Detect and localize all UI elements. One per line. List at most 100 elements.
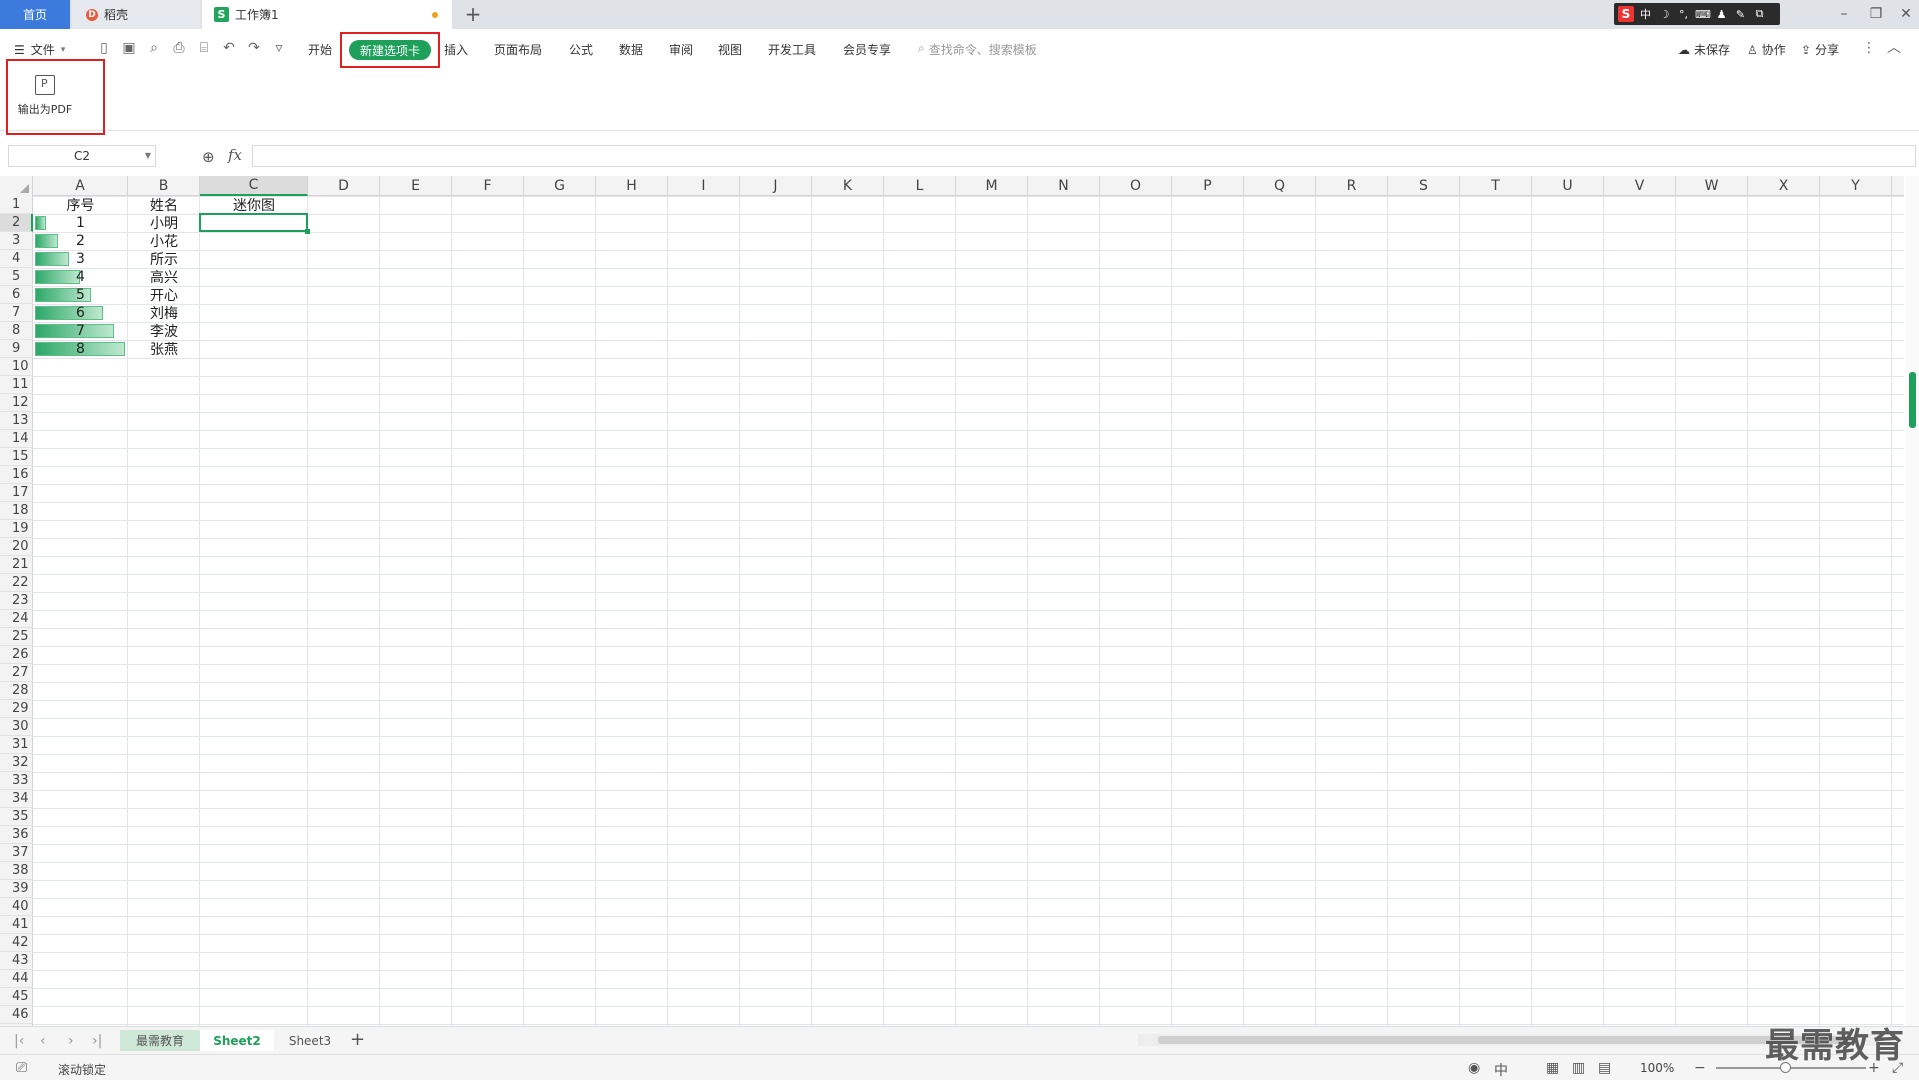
seq-cell[interactable]: 7 bbox=[33, 322, 128, 340]
sheet-tab-active[interactable]: Sheet2 bbox=[200, 1030, 274, 1051]
ime-item[interactable]: 中 bbox=[1638, 6, 1653, 22]
row-header-22[interactable]: 22 bbox=[0, 574, 33, 592]
name-box[interactable]: C2 ▼ bbox=[8, 145, 156, 167]
undo-icon[interactable]: ↶ bbox=[221, 40, 237, 56]
row-header-39[interactable]: 39 bbox=[0, 880, 33, 898]
row-header-16[interactable]: 16 bbox=[0, 466, 33, 484]
column-header-Y[interactable]: Y bbox=[1820, 176, 1892, 196]
name-cell[interactable]: 李波 bbox=[128, 322, 200, 340]
selected-cell[interactable] bbox=[199, 213, 308, 232]
row-header-17[interactable]: 17 bbox=[0, 484, 33, 502]
zoom-level[interactable]: 100% bbox=[1640, 1061, 1674, 1075]
row-header-35[interactable]: 35 bbox=[0, 808, 33, 826]
seq-cell[interactable]: 2 bbox=[33, 232, 128, 250]
row-header-23[interactable]: 23 bbox=[0, 592, 33, 610]
row-header-18[interactable]: 18 bbox=[0, 502, 33, 520]
header-cell[interactable]: 迷你图 bbox=[200, 196, 308, 214]
collapse-ribbon-icon[interactable]: ︿ bbox=[1886, 40, 1902, 56]
next-sheet-icon[interactable]: › bbox=[68, 1033, 74, 1049]
row-header-33[interactable]: 33 bbox=[0, 772, 33, 790]
column-header-D[interactable]: D bbox=[308, 176, 380, 196]
formula-input[interactable] bbox=[252, 145, 1916, 167]
column-header-J[interactable]: J bbox=[740, 176, 812, 196]
row-header-28[interactable]: 28 bbox=[0, 682, 33, 700]
column-header-N[interactable]: N bbox=[1028, 176, 1100, 196]
name-cell[interactable]: 所示 bbox=[128, 250, 200, 268]
row-header-19[interactable]: 19 bbox=[0, 520, 33, 538]
more-icon[interactable]: ⋮ bbox=[1861, 40, 1877, 56]
print-icon[interactable]: ⎙ bbox=[171, 40, 187, 56]
row-header-40[interactable]: 40 bbox=[0, 898, 33, 916]
select-all-corner[interactable] bbox=[0, 176, 33, 196]
row-header-41[interactable]: 41 bbox=[0, 916, 33, 934]
row-header-1[interactable]: 1 bbox=[0, 196, 33, 214]
ime-item[interactable]: ⌨ bbox=[1695, 8, 1711, 21]
column-header-L[interactable]: L bbox=[884, 176, 956, 196]
close-icon[interactable]: ✕ bbox=[1896, 4, 1916, 24]
column-header-A[interactable]: A bbox=[33, 176, 128, 196]
vertical-scroll-thumb[interactable] bbox=[1909, 372, 1916, 428]
save-icon[interactable]: ▣ bbox=[121, 40, 137, 56]
eye-protection-icon[interactable]: ◉ bbox=[1468, 1060, 1480, 1076]
row-header-7[interactable]: 7 bbox=[0, 304, 33, 322]
column-header-F[interactable]: F bbox=[452, 176, 524, 196]
vertical-scrollbar[interactable] bbox=[1906, 176, 1919, 1026]
row-header-5[interactable]: 5 bbox=[0, 268, 33, 286]
seq-cell[interactable]: 1 bbox=[33, 214, 128, 232]
ime-item[interactable]: ☽ bbox=[1657, 8, 1672, 21]
new-tab-button[interactable]: + bbox=[462, 2, 484, 26]
export-pdf-button[interactable]: 输出为PDF bbox=[12, 75, 78, 125]
row-header-6[interactable]: 6 bbox=[0, 286, 33, 304]
menu-dev-tools[interactable]: 开发工具 bbox=[768, 41, 816, 58]
add-sheet-icon[interactable]: + bbox=[350, 1029, 365, 1050]
column-header-E[interactable]: E bbox=[380, 176, 452, 196]
chevron-down-icon[interactable]: ▼ bbox=[145, 151, 151, 160]
menu-data[interactable]: 数据 bbox=[619, 41, 643, 58]
format-painter-icon[interactable]: ⌕ bbox=[146, 40, 162, 56]
ime-toolbar[interactable]: S 中 ☽ °, ⌨ ♟ ✎ ⧉ bbox=[1614, 3, 1780, 25]
ime-item[interactable]: ✎ bbox=[1733, 8, 1748, 21]
seq-cell[interactable]: 8 bbox=[33, 340, 128, 358]
row-header-24[interactable]: 24 bbox=[0, 610, 33, 628]
menu-view[interactable]: 视图 bbox=[718, 41, 742, 58]
header-cell[interactable]: 序号 bbox=[33, 196, 128, 214]
horizontal-scroll-thumb[interactable] bbox=[1158, 1036, 1848, 1044]
last-sheet-icon[interactable]: ›| bbox=[92, 1033, 102, 1049]
row-header-13[interactable]: 13 bbox=[0, 412, 33, 430]
name-cell[interactable]: 开心 bbox=[128, 286, 200, 304]
column-header-I[interactable]: I bbox=[668, 176, 740, 196]
column-header-U[interactable]: U bbox=[1532, 176, 1604, 196]
prev-sheet-icon[interactable]: ‹ bbox=[40, 1033, 46, 1049]
ime-item[interactable]: ♟ bbox=[1714, 8, 1729, 21]
name-cell[interactable]: 张燕 bbox=[128, 340, 200, 358]
row-header-4[interactable]: 4 bbox=[0, 250, 33, 268]
tab-daoke[interactable]: D 稻壳 bbox=[72, 0, 200, 29]
row-header-8[interactable]: 8 bbox=[0, 322, 33, 340]
customize-icon[interactable]: ▿ bbox=[271, 40, 287, 56]
fill-handle[interactable] bbox=[305, 229, 310, 234]
menu-start[interactable]: 开始 bbox=[308, 41, 332, 58]
column-header-T[interactable]: T bbox=[1460, 176, 1532, 196]
row-header-31[interactable]: 31 bbox=[0, 736, 33, 754]
collab-button[interactable]: ♙ 协作 bbox=[1747, 41, 1786, 58]
column-header-Q[interactable]: Q bbox=[1244, 176, 1316, 196]
minimize-icon[interactable]: – bbox=[1834, 4, 1854, 24]
row-header-36[interactable]: 36 bbox=[0, 826, 33, 844]
ime-item[interactable]: °, bbox=[1676, 8, 1691, 21]
seq-cell[interactable]: 6 bbox=[33, 304, 128, 322]
zoom-slider[interactable] bbox=[1716, 1067, 1866, 1069]
row-header-44[interactable]: 44 bbox=[0, 970, 33, 988]
tab-workbook[interactable]: S 工作簿1 bbox=[202, 0, 452, 29]
seq-cell[interactable]: 3 bbox=[33, 250, 128, 268]
redo-icon[interactable]: ↷ bbox=[246, 40, 262, 56]
menu-formula[interactable]: 公式 bbox=[569, 41, 593, 58]
row-header-29[interactable]: 29 bbox=[0, 700, 33, 718]
command-search[interactable]: ⌕ 查找命令、搜索模板 bbox=[918, 41, 1037, 58]
row-header-10[interactable]: 10 bbox=[0, 358, 33, 376]
column-header-V[interactable]: V bbox=[1604, 176, 1676, 196]
column-header-O[interactable]: O bbox=[1100, 176, 1172, 196]
column-header-C[interactable]: C bbox=[200, 176, 308, 196]
column-header-S[interactable]: S bbox=[1388, 176, 1460, 196]
row-header-30[interactable]: 30 bbox=[0, 718, 33, 736]
menu-member[interactable]: 会员专享 bbox=[843, 41, 891, 58]
